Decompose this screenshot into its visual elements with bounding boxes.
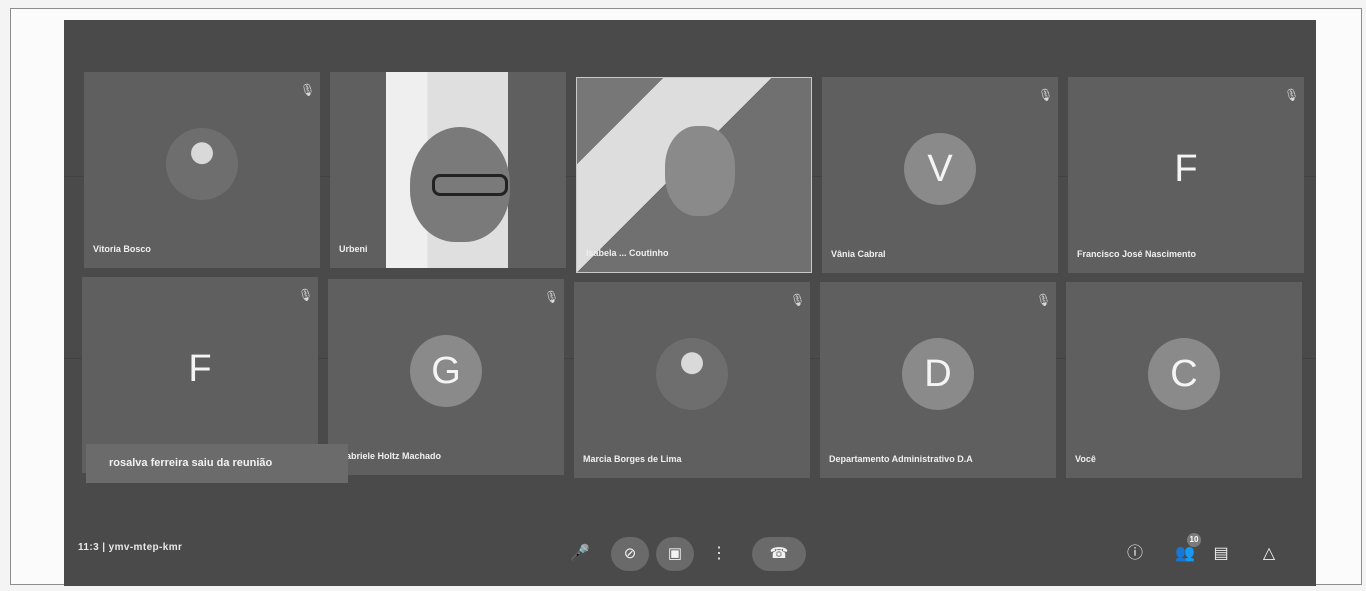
participant-avatar: C: [1148, 338, 1220, 410]
mic-off-icon: 🎙: [1284, 88, 1300, 102]
participant-name: Marcia Borges de Lima: [583, 454, 682, 464]
chat-icon[interactable]: ▤: [1210, 543, 1232, 565]
participant-avatar: V: [904, 133, 976, 205]
mic-off-icon: 🎙: [300, 83, 316, 97]
participant-name: Vitoria Bosco: [93, 244, 151, 254]
participant-name: Francisco José Nascimento: [1077, 249, 1197, 259]
participant-tile-urbeni[interactable]: Urbeni: [330, 72, 566, 268]
mic-off-icon: 🎙: [298, 288, 314, 302]
participant-tile-marcia[interactable]: 🎙 Marcia Borges de Lima: [574, 282, 810, 478]
glasses: [432, 174, 508, 196]
meeting-window: 🎙 Vitoria Bosco Urbeni ••• Isabela ... C…: [64, 20, 1316, 586]
shapes-icon[interactable]: △: [1258, 543, 1280, 565]
participant-name: Isabela ... Coutinho: [586, 248, 669, 258]
participant-face: [665, 126, 735, 216]
mic-off-icon: 🎙: [544, 290, 560, 304]
present-button[interactable]: ▣: [656, 537, 694, 571]
participant-name: Departamento Administrativo D.A: [829, 454, 973, 464]
participant-avatar: D: [902, 338, 974, 410]
people-count-badge: 10: [1187, 533, 1201, 547]
participant-tile-gabriele[interactable]: 🎙 G abriele Holtz Machado: [328, 279, 564, 475]
info-icon[interactable]: ⓘ: [1124, 543, 1146, 565]
more-icon[interactable]: ⋮: [708, 543, 730, 565]
participant-tile-vitoria-bosco[interactable]: 🎙 Vitoria Bosco: [84, 72, 320, 268]
mic-off-icon: 🎙: [790, 293, 806, 307]
mic-icon[interactable]: 🎤: [569, 543, 591, 565]
participant-avatar-photo: [656, 338, 728, 410]
participant-avatar: F: [1174, 148, 1198, 190]
participant-tile-departamento[interactable]: 🎙 D Departamento Administrativo D.A: [820, 282, 1056, 478]
participant-tile-francisco[interactable]: 🎙 F Francisco José Nascimento: [1068, 77, 1304, 273]
participant-name: Vânia Cabral: [831, 249, 886, 259]
participant-avatar: G: [410, 335, 482, 407]
participant-name: Você: [1075, 454, 1096, 464]
camera-off-button[interactable]: ⊘: [611, 537, 649, 571]
participant-name: abriele Holtz Machado: [346, 451, 442, 461]
meeting-code: 11:3 | ymv-mtep-kmr: [78, 542, 183, 553]
participant-tile-isabela[interactable]: ••• Isabela ... Coutinho: [576, 77, 812, 273]
participant-avatar-photo: [166, 128, 238, 200]
leave-notification: rosalva ferreira saiu da reunião: [86, 444, 348, 483]
participant-name: Urbeni: [339, 244, 368, 254]
mic-off-icon: 🎙: [1036, 293, 1052, 307]
participant-avatar: F: [188, 348, 212, 390]
mic-off-icon: 🎙: [1038, 88, 1054, 102]
participant-tile-vania-cabral[interactable]: 🎙 V Vânia Cabral: [822, 77, 1058, 273]
participant-tile-voce[interactable]: C Você: [1066, 282, 1302, 478]
hangup-button[interactable]: ☎: [752, 537, 806, 571]
